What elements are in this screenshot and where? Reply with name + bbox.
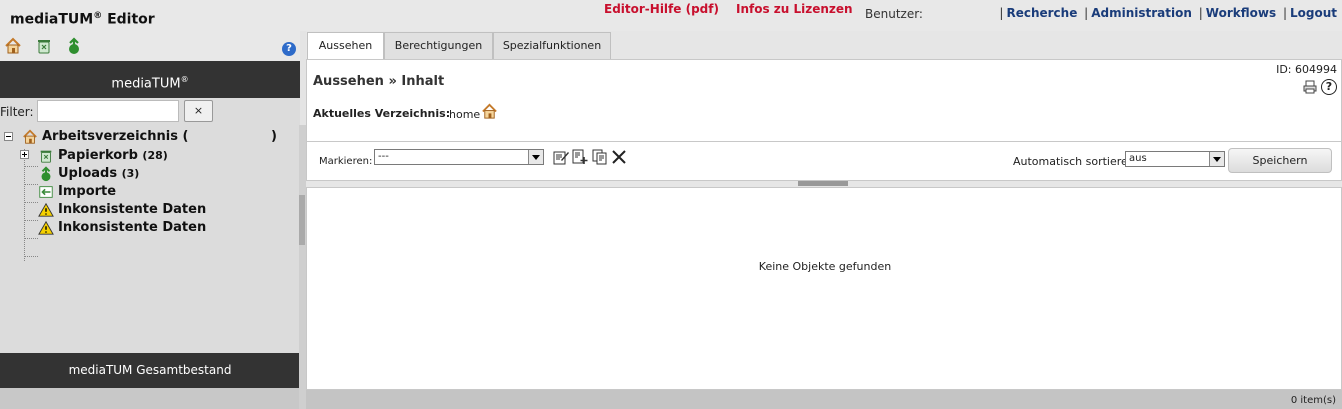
header: mediaTUM® Editor Editor-Hilfe (pdf) Info…: [0, 0, 1342, 31]
collapse-icon[interactable]: [4, 132, 13, 141]
trash-icon[interactable]: [35, 37, 53, 55]
chevron-down-icon: [528, 150, 543, 164]
warning-icon: [38, 202, 54, 217]
nav-recherche-link[interactable]: Recherche: [1006, 6, 1077, 20]
import-icon: [39, 186, 53, 198]
sidebar: ? mediaTUM® Filter: × Arbeitsverzeichnis…: [0, 31, 300, 409]
help-icon[interactable]: ?: [282, 42, 296, 56]
app-title: mediaTUM® Editor: [10, 11, 155, 28]
tab-berechtigungen[interactable]: Berechtigungen: [384, 32, 493, 59]
tree-item-label: Inkonsistente Daten: [58, 220, 207, 235]
copy-icon[interactable]: [592, 149, 608, 165]
home-icon: [23, 129, 37, 144]
tree-item-label: Importe: [58, 184, 117, 199]
autosort-select[interactable]: aus: [1125, 151, 1225, 167]
autosort-label: Automatisch sortieren:: [1013, 155, 1139, 168]
tree-item-arbeitsverzeichnis[interactable]: Arbeitsverzeichnis ( ): [22, 129, 282, 147]
tab-bar: Aussehen Berechtigungen Spezialfunktione…: [306, 31, 1342, 60]
upload-icon[interactable]: [65, 37, 83, 55]
top-navigation: | Recherche | Administration | Workflows | L…: [999, 6, 1337, 20]
chevron-down-icon: [1209, 152, 1224, 166]
tree-item-label: Arbeitsverzeichnis (: [42, 129, 189, 144]
current-directory-label: Aktuelles Verzeichnis:: [313, 107, 451, 120]
tree-item-label: Inkonsistente Daten: [58, 202, 207, 217]
trash-icon: [40, 150, 52, 163]
tab-spezialfunktionen[interactable]: Spezialfunktionen: [493, 32, 611, 59]
tree-item-label: Uploads (3): [58, 166, 140, 181]
editor-help-link[interactable]: Editor-Hilfe (pdf): [604, 2, 719, 16]
filter-clear-button[interactable]: ×: [184, 100, 213, 122]
status-bar: 0 item(s): [306, 390, 1342, 409]
tree-item-label: Papierkorb (28): [58, 148, 168, 163]
filter-input[interactable]: [37, 100, 179, 122]
license-info-link[interactable]: Infos zu Lizenzen: [736, 2, 853, 16]
expand-icon[interactable]: [20, 150, 29, 159]
empty-message: Keine Objekte gefunden: [758, 260, 892, 273]
pane-divider-handle[interactable]: [798, 181, 848, 186]
nav-logout-link[interactable]: Logout: [1290, 6, 1337, 20]
warning-icon: [38, 220, 54, 235]
delete-icon[interactable]: [611, 149, 627, 165]
tab-aussehen[interactable]: Aussehen: [307, 32, 384, 60]
filter-row: Filter: ×: [0, 100, 300, 124]
home-icon[interactable]: [4, 37, 22, 55]
sidebar-footer[interactable]: mediaTUM Gesamtbestand: [0, 353, 300, 388]
user-label: Benutzer:: [865, 7, 923, 21]
edit-icon[interactable]: [553, 149, 569, 165]
main-area: Aussehen Berechtigungen Spezialfunktione…: [306, 31, 1342, 409]
sidebar-toolbar: ?: [0, 31, 300, 61]
sidebar-splitter[interactable]: [299, 125, 306, 409]
page-title: Aussehen » Inhalt: [313, 74, 445, 89]
object-id: ID: 604994: [1276, 63, 1337, 76]
splitter-handle[interactable]: [299, 195, 305, 245]
sidebar-title: mediaTUM®: [0, 61, 300, 98]
home-icon[interactable]: [481, 103, 498, 120]
nav-workflows-link[interactable]: Workflows: [1206, 6, 1276, 20]
folder-tree: Arbeitsverzeichnis ( ) Papierkorb (28) U…: [0, 127, 300, 351]
add-document-icon[interactable]: [572, 149, 588, 165]
item-count: 0 item(s): [1290, 395, 1336, 406]
current-directory-value: home: [449, 108, 481, 121]
save-button[interactable]: Speichern: [1228, 148, 1332, 173]
upload-icon: [41, 166, 51, 182]
mark-select[interactable]: ---: [374, 149, 544, 165]
sidebar-bottom-bar: [0, 388, 300, 409]
help-icon[interactable]: ?: [1321, 79, 1337, 95]
mark-label: Markieren:: [319, 156, 373, 167]
nav-administration-link[interactable]: Administration: [1091, 6, 1192, 20]
filter-label: Filter:: [0, 105, 34, 119]
print-icon[interactable]: [1303, 80, 1317, 94]
action-toolbar: Markieren: --- Automatisch sortieren: au…: [306, 141, 1342, 181]
results-panel: Keine Objekte gefunden: [306, 187, 1342, 390]
